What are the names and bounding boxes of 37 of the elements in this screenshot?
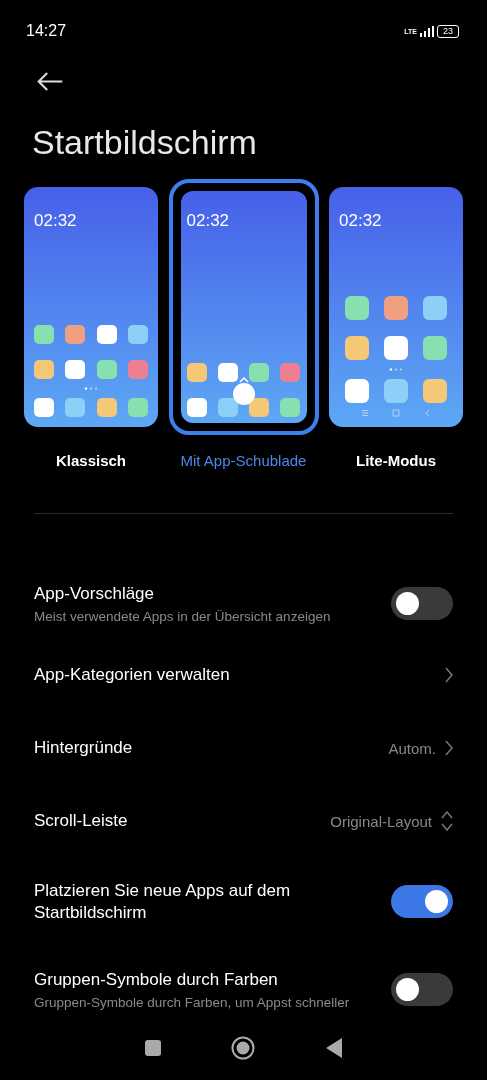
chevron-right-icon (445, 740, 453, 757)
layout-preview[interactable]: 02:32 (168, 178, 319, 435)
setting-label: Hintergründe (34, 737, 133, 760)
settings-row[interactable]: Scroll-Leiste Original-Layout (0, 784, 487, 858)
toggle-switch[interactable] (391, 973, 453, 1007)
layout-label: Klassisch (55, 451, 126, 469)
battery-level: 23 (437, 24, 459, 38)
setting-label: Platzieren Sie neue Apps auf dem Startbildschirm (34, 879, 292, 924)
layout-label: Lite-Modus (356, 451, 436, 469)
chevron-right-icon (445, 667, 453, 684)
up-down-chevron-icon (441, 811, 453, 832)
preview-clock: 02:32 (339, 210, 382, 231)
back-button[interactable] (325, 1037, 342, 1058)
preview-clock: 02:32 (34, 210, 77, 231)
preview-clock: 02:32 (186, 210, 230, 231)
setting-label: Gruppen-Symbole durch Farben (34, 969, 279, 992)
setting-value: Original-Layout (330, 812, 432, 830)
back-arrow-icon[interactable] (36, 71, 64, 91)
setting-value: Autom. (388, 739, 436, 757)
signal-icon (420, 25, 434, 37)
setting-label: Scroll-Leiste (34, 810, 128, 833)
settings-row[interactable]: App-Vorschläge Meist verwendete Apps in der Übersicht anzeigen (0, 567, 487, 639)
settings-row[interactable]: Gruppen-Symbole durch Farben Gruppen-Symbole durch Farben, um Appst schneller (0, 945, 487, 1034)
settings-row[interactable]: Hintergründe Autom. (0, 711, 487, 785)
settings-row[interactable]: Platzieren Sie neue Apps auf dem Startbildschirm (0, 857, 487, 946)
status-time: 14:27 (26, 22, 67, 41)
home-button[interactable] (231, 1035, 256, 1060)
setting-description: Gruppen-Symbole durch Farben, um Appst schneller (34, 995, 350, 1011)
toggle-switch[interactable] (391, 586, 453, 620)
recent-apps-button[interactable] (145, 1039, 162, 1056)
setting-label: App-Kategorien verwalten (34, 664, 230, 687)
setting-label: App-Vorschläge (34, 582, 156, 605)
page-title: Startbildschirm (32, 121, 258, 162)
settings-row[interactable]: App-Kategorien verwalten (0, 638, 487, 712)
setting-description: Meist verwendete Apps in der Übersicht anzeigen (34, 608, 331, 624)
layout-label: Mit App-Schublade (180, 451, 307, 469)
toggle-switch[interactable] (391, 885, 453, 919)
